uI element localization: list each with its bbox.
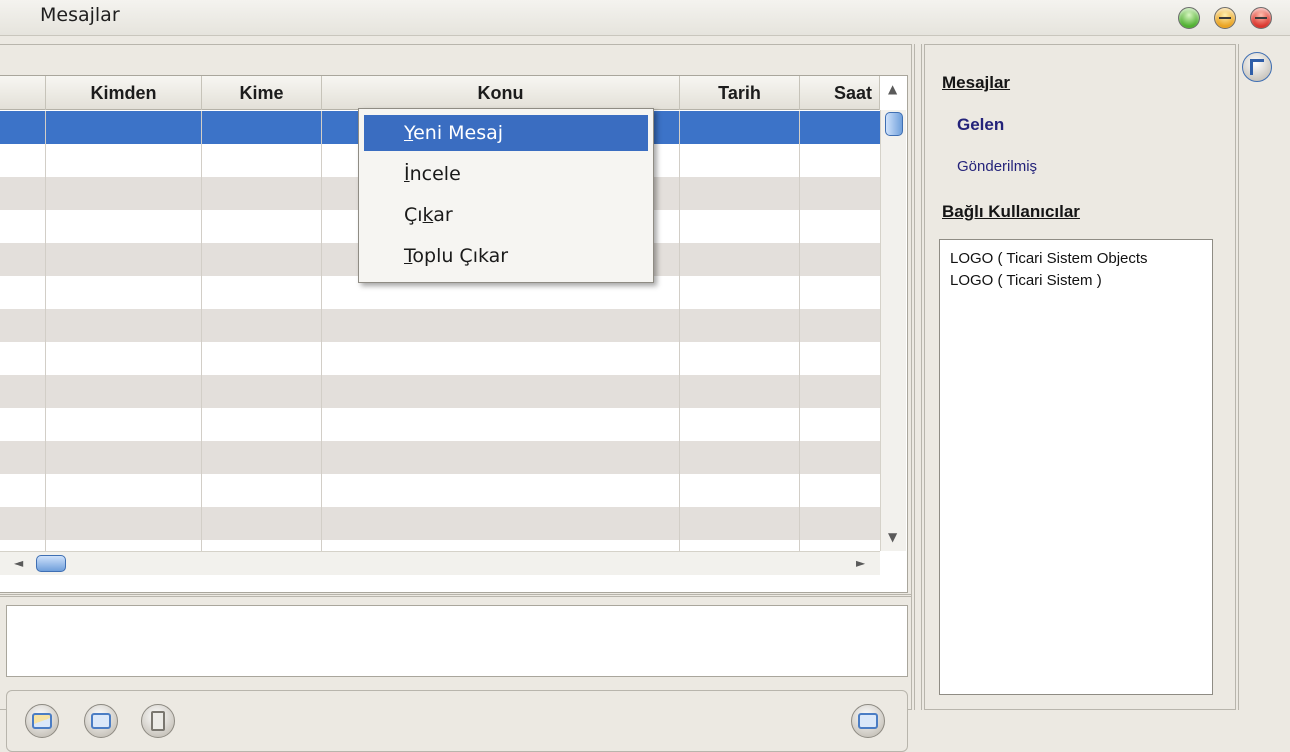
inspect-button[interactable] <box>84 704 118 738</box>
new-message-icon <box>32 713 52 729</box>
delete-icon <box>151 711 165 731</box>
menu-item-remove[interactable]: Çıkar <box>364 197 648 233</box>
bottom-toolbar <box>6 690 908 752</box>
column-header-konu[interactable]: Konu <box>322 76 680 110</box>
column-header-indicator[interactable] <box>0 76 46 110</box>
grid-column-line <box>45 111 46 551</box>
minimize-icon <box>1219 17 1231 19</box>
grid-column-line <box>799 111 800 551</box>
menu-item-mnemonic: Y <box>404 122 414 144</box>
grid-column-line <box>679 111 680 551</box>
table-row[interactable] <box>0 474 880 507</box>
connected-users-title[interactable]: Bağlı Kullanıcılar <box>942 202 1080 222</box>
grid-column-line <box>321 111 322 551</box>
menu-item-text: oplu Çıkar <box>412 245 509 267</box>
minimize-button[interactable] <box>1214 7 1236 29</box>
close-button[interactable] <box>1250 7 1272 29</box>
message-preview[interactable] <box>6 605 908 677</box>
vertical-scrollbar[interactable]: ▲ ▼ <box>880 82 906 551</box>
table-row[interactable] <box>0 375 880 408</box>
menu-item-text: ncele <box>409 163 461 185</box>
grid-header: Kimden Kime Konu Tarih Saat <box>0 76 880 110</box>
column-header-saat[interactable]: Saat <box>800 76 880 110</box>
table-row[interactable] <box>0 342 880 375</box>
inbox-link[interactable]: Gelen <box>957 115 1004 135</box>
right-strip <box>1238 44 1288 710</box>
menu-item-inspect[interactable]: İncele <box>364 156 648 192</box>
panel-divider[interactable] <box>0 594 912 597</box>
preview-button[interactable] <box>851 704 885 738</box>
column-header-tarih[interactable]: Tarih <box>680 76 800 110</box>
column-header-kime[interactable]: Kime <box>202 76 322 110</box>
list-item[interactable]: LOGO ( Ticari Sistem Objects <box>950 250 1148 267</box>
title-bar: Mesajlar <box>0 0 1290 36</box>
menu-item-text: eni Mesaj <box>413 122 504 144</box>
scroll-up-icon[interactable]: ▲ <box>888 82 897 96</box>
horizontal-scrollbar[interactable]: ◄ ► <box>0 551 880 575</box>
table-row[interactable] <box>0 441 880 474</box>
scroll-down-icon[interactable]: ▼ <box>888 530 897 544</box>
menu-item-text: Çı <box>404 204 423 226</box>
scroll-right-icon[interactable]: ► <box>856 556 865 570</box>
menu-item-new-message[interactable]: Yeni Mesaj <box>364 115 648 151</box>
inspect-icon <box>91 713 111 729</box>
side-panel: Mesajlar Gelen Gönderilmiş Bağlı Kullanı… <box>924 44 1236 710</box>
close-icon <box>1255 17 1267 19</box>
messages-section-title[interactable]: Mesajlar <box>942 73 1010 93</box>
vertical-scroll-thumb[interactable] <box>885 112 903 136</box>
delete-button[interactable] <box>141 704 175 738</box>
table-row[interactable] <box>0 309 880 342</box>
grid-column-line <box>201 111 202 551</box>
panel-splitter[interactable] <box>914 44 922 710</box>
menu-item-text: ar <box>433 204 453 226</box>
window-title: Mesajlar <box>40 4 120 26</box>
context-menu: Yeni Mesaj İncele Çıkar Toplu Çıkar <box>358 108 654 283</box>
table-row[interactable] <box>0 408 880 441</box>
new-message-button[interactable] <box>25 704 59 738</box>
scroll-left-icon[interactable]: ◄ <box>14 556 23 570</box>
sent-link[interactable]: Gönderilmiş <box>957 158 1037 175</box>
menu-item-mnemonic: k <box>422 204 434 226</box>
menu-item-bulk-remove[interactable]: Toplu Çıkar <box>364 238 648 274</box>
preview-icon <box>858 713 878 729</box>
table-row[interactable] <box>0 507 880 540</box>
maximize-button[interactable] <box>1178 7 1200 29</box>
horizontal-scroll-thumb[interactable] <box>36 555 66 572</box>
list-item[interactable]: LOGO ( Ticari Sistem ) <box>950 272 1102 289</box>
tree-view-icon <box>1250 59 1264 75</box>
column-header-kimden[interactable]: Kimden <box>46 76 202 110</box>
tree-view-button[interactable] <box>1242 52 1272 82</box>
connected-users-list[interactable]: LOGO ( Ticari Sistem Objects LOGO ( Tica… <box>939 239 1213 695</box>
